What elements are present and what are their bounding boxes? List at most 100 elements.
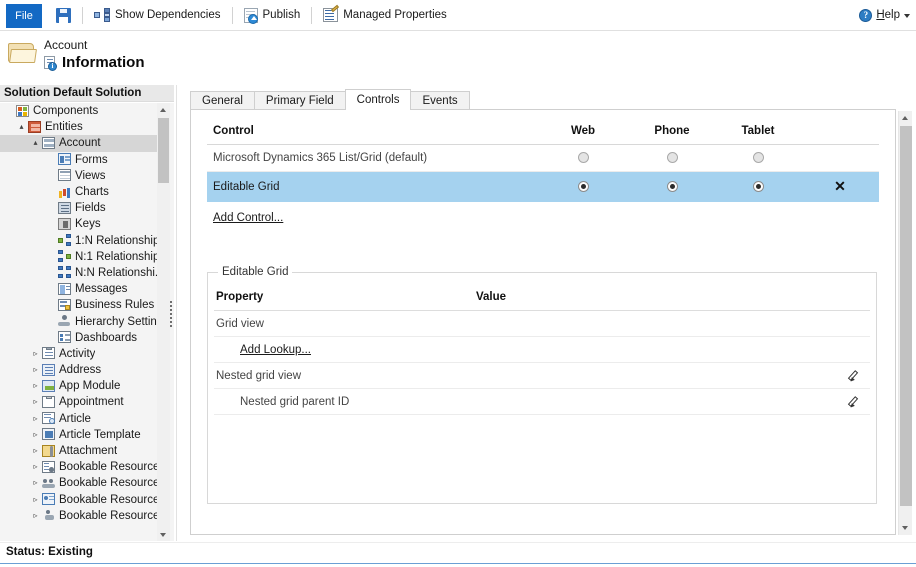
help-label: Help xyxy=(876,9,900,21)
tree-item-article[interactable]: ▹ Article xyxy=(0,411,157,427)
content-scrollbar[interactable] xyxy=(898,111,912,535)
scroll-up-button[interactable] xyxy=(157,103,170,116)
expander-icon[interactable]: ▹ xyxy=(30,382,41,390)
tab-general[interactable]: General xyxy=(190,91,255,110)
pencil-edit-icon[interactable] xyxy=(849,369,862,382)
managed-properties-label: Managed Properties xyxy=(343,9,447,21)
help-circle-icon: ? xyxy=(859,8,873,22)
tree-item-entities[interactable]: ▴ Entities xyxy=(0,119,157,135)
property-edit-cell xyxy=(794,362,870,389)
tablet-radio[interactable] xyxy=(752,180,764,192)
scroll-down-button[interactable] xyxy=(157,528,170,541)
expander-icon[interactable]: ▹ xyxy=(30,495,41,504)
tree-item-label: Hierarchy Settin... xyxy=(75,315,157,328)
table-row[interactable]: Editable Grid ✕ xyxy=(207,171,879,202)
add-control-link[interactable]: Add Control... xyxy=(213,212,283,224)
tree-item-keys[interactable]: Keys xyxy=(0,216,157,232)
tree-item-1-n-relationships[interactable]: 1:N Relationships xyxy=(0,233,157,249)
file-button[interactable]: File xyxy=(6,4,42,28)
managed-properties-icon xyxy=(323,8,339,22)
tree-item-bookable-resource[interactable]: ▹ Bookable Resource xyxy=(0,459,157,475)
show-dependencies-button[interactable]: Show Dependencies xyxy=(90,0,225,30)
dashboards-icon xyxy=(57,331,72,344)
remove-control-icon[interactable]: ✕ xyxy=(834,178,846,194)
table-row[interactable]: Microsoft Dynamics 365 List/Grid (defaul… xyxy=(207,144,879,172)
phone-radio[interactable] xyxy=(666,180,678,192)
tree-item-label: Forms xyxy=(75,153,108,166)
tab-controls[interactable]: Controls xyxy=(344,89,412,110)
web-radio[interactable] xyxy=(577,152,589,164)
forms-icon xyxy=(57,153,72,166)
help-menu-button[interactable]: ? Help xyxy=(859,0,910,30)
tablet-radio[interactable] xyxy=(752,152,764,164)
tree-item-address[interactable]: ▹ Address xyxy=(0,362,157,378)
tree-item-n-n-relationshi[interactable]: N:N Relationshi... xyxy=(0,265,157,281)
pencil-edit-icon[interactable] xyxy=(849,395,862,408)
tree-item-label: Business Rules xyxy=(75,299,155,312)
tree-item-app-module[interactable]: ▹ App Module xyxy=(0,378,157,394)
tree-item-bookable-resource[interactable]: ▹ Bookable Resource ... xyxy=(0,492,157,508)
expander-icon[interactable]: ▹ xyxy=(30,366,41,374)
tab-events[interactable]: Events xyxy=(410,91,470,110)
add-lookup-link[interactable]: Add Lookup... xyxy=(240,344,311,356)
controls-table-header-row: Control Web Phone Tablet xyxy=(207,122,879,145)
content-scrollbar-thumb[interactable] xyxy=(900,126,912,506)
expander-icon[interactable]: ▹ xyxy=(30,479,41,487)
tree-item-article-template[interactable]: ▹ Article Template xyxy=(0,427,157,443)
scrollbar-thumb[interactable] xyxy=(158,118,169,183)
save-button[interactable] xyxy=(52,0,75,30)
tree-item-components[interactable]: Components xyxy=(0,103,157,119)
add-control-row: Add Control... xyxy=(213,210,283,224)
expander-icon[interactable]: ▹ xyxy=(30,511,41,520)
expander-icon[interactable]: ▹ xyxy=(30,447,41,455)
tree-item-account[interactable]: ▴ Account xyxy=(0,135,157,152)
managed-properties-button[interactable]: Managed Properties xyxy=(319,0,451,30)
show-dependencies-label: Show Dependencies xyxy=(115,9,221,21)
keys-icon xyxy=(57,217,72,231)
tree-item-n-1-relationships[interactable]: N:1 Relationships xyxy=(0,249,157,265)
content-scroll-down-button[interactable] xyxy=(899,521,912,535)
tree-item-label: Components xyxy=(33,105,99,118)
property-name-cell: Nested grid parent ID xyxy=(214,388,474,415)
tree-item-messages[interactable]: Messages xyxy=(0,281,157,297)
sidebar-scrollbar[interactable] xyxy=(157,103,170,541)
expander-icon[interactable]: ▹ xyxy=(30,463,41,471)
expander-icon[interactable]: ▴ xyxy=(30,139,41,147)
tree-item-attachment[interactable]: ▹ Attachment xyxy=(0,443,157,459)
tree-item-dashboards[interactable]: Dashboards xyxy=(0,330,157,346)
control-name-cell: Editable Grid xyxy=(207,171,537,202)
solution-explorer-panel: Components ▴ Entities ▴ Account Forms Views Cha… xyxy=(0,103,174,541)
content-scroll-up-button[interactable] xyxy=(899,111,912,125)
tree-item-views[interactable]: Views xyxy=(0,168,157,184)
tree-item-charts[interactable]: Charts xyxy=(0,184,157,200)
tree-item-hierarchy-settin[interactable]: Hierarchy Settin... xyxy=(0,313,157,329)
column-header-web: Web xyxy=(537,122,629,145)
tree-item-forms[interactable]: Forms xyxy=(0,152,157,168)
tree-item-label: Attachment xyxy=(59,445,118,458)
expander-icon[interactable]: ▹ xyxy=(30,414,41,423)
tree-item-bookable-resource[interactable]: ▹ Bookable Resource ... xyxy=(0,508,157,524)
tree-item-bookable-resource[interactable]: ▹ Bookable Resource ... xyxy=(0,475,157,491)
tree-item-activity[interactable]: ▹ Activity xyxy=(0,346,157,362)
property-row: Nested grid view xyxy=(214,362,870,389)
one-to-many-icon xyxy=(57,234,72,247)
phone-radio[interactable] xyxy=(666,152,678,164)
hierarchy-settings-icon xyxy=(57,315,72,328)
tree-item-appointment[interactable]: ▹ Appointment xyxy=(0,394,157,410)
web-radio[interactable] xyxy=(577,180,589,192)
expander-icon[interactable]: ▹ xyxy=(30,398,41,406)
column-header-phone: Phone xyxy=(629,122,715,145)
publish-button[interactable]: Publish xyxy=(240,0,305,30)
expander-icon[interactable]: ▹ xyxy=(30,349,41,358)
expander-icon[interactable]: ▴ xyxy=(16,123,27,131)
panel-splitter-grip[interactable] xyxy=(170,301,174,329)
tablet-cell xyxy=(715,171,801,202)
property-value-cell xyxy=(474,336,794,363)
tree-item-label: Bookable Resource ... xyxy=(59,493,157,506)
tree-item-business-rules[interactable]: Business Rules xyxy=(0,297,157,313)
tree-item-fields[interactable]: Fields xyxy=(0,200,157,216)
expander-icon[interactable]: ▹ xyxy=(30,430,41,439)
web-cell xyxy=(537,171,629,202)
status-text: Status: Existing xyxy=(6,546,93,558)
tab-primary-field[interactable]: Primary Field xyxy=(253,91,346,110)
